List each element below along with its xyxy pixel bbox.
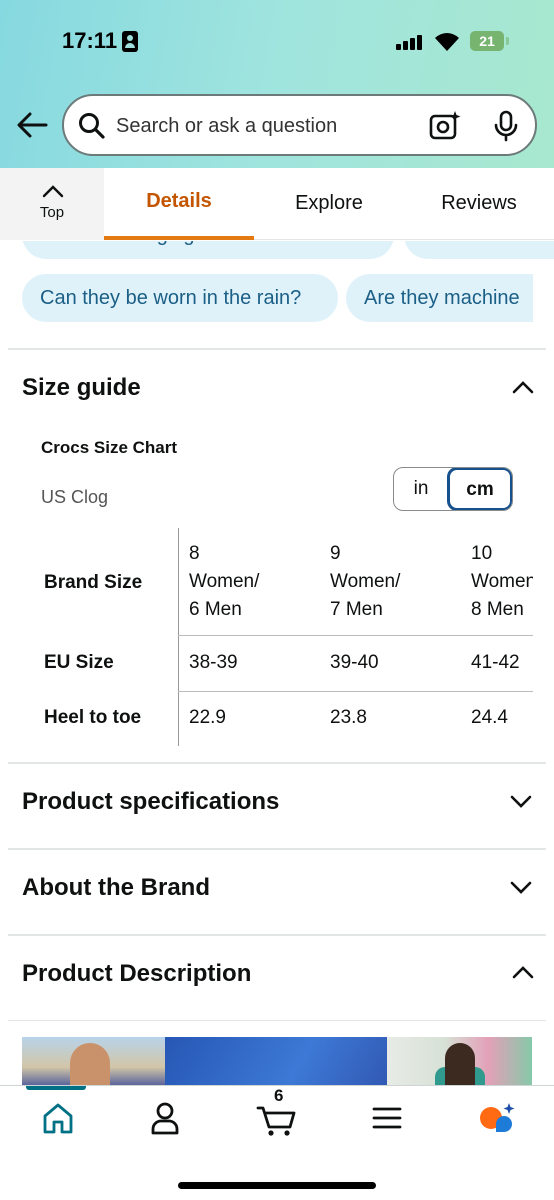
tab-explore[interactable]: Explore: [254, 168, 404, 240]
row-label-heel-to-toe: Heel to toe: [44, 707, 142, 728]
status-bar: 17:11 21: [0, 22, 554, 62]
row-label-brand-size: Brand Size: [44, 572, 143, 593]
detail-tabs: Top Details Explore Reviews: [0, 168, 554, 240]
cart-count-badge: 6: [274, 1086, 284, 1105]
table-cell: 9 Women/ 7 Men: [330, 543, 401, 620]
menu-icon[interactable]: [367, 1100, 407, 1136]
question-chip[interactable]: Is this shoe: [404, 241, 554, 259]
person-figure: [445, 1043, 475, 1087]
table-cell: 8 Women/ 6 Men: [189, 543, 260, 620]
lifestyle-image: [387, 1037, 532, 1087]
status-time: 17:11: [62, 28, 118, 53]
tab-reviews[interactable]: Reviews: [404, 168, 554, 240]
search-bar[interactable]: Search or ask a question: [62, 94, 537, 156]
battery-indicator: 21: [470, 31, 504, 51]
divider: [8, 348, 546, 350]
table-divider: [178, 635, 533, 636]
lifestyle-image: [165, 1037, 387, 1087]
chevron-down-icon[interactable]: [510, 881, 532, 895]
table-cell: 38-39: [189, 652, 238, 673]
divider: [8, 934, 546, 936]
table-cell: 39-40: [330, 652, 379, 673]
person-figure: [70, 1043, 110, 1087]
size-chart-subtitle: US Clog: [41, 487, 109, 507]
bottom-nav: 6: [0, 1085, 554, 1200]
rufus-assistant-icon[interactable]: [476, 1100, 516, 1136]
active-nav-indicator: [26, 1086, 86, 1090]
table-divider: [178, 691, 533, 692]
size-chart-title: Crocs Size Chart: [41, 438, 178, 457]
cellular-signal-icon: [396, 34, 424, 50]
top-label: Top: [39, 204, 65, 221]
back-arrow-icon[interactable]: [16, 111, 48, 139]
home-indicator: [178, 1182, 376, 1189]
table-cell: 10 Women/ 8 Men: [471, 543, 533, 620]
table-cell: 41-42: [471, 652, 520, 673]
camera-search-icon[interactable]: [429, 110, 461, 140]
microphone-icon[interactable]: [494, 110, 518, 142]
lifestyle-image: [22, 1037, 165, 1087]
about-brand-header[interactable]: About the Brand: [22, 874, 210, 902]
table-cell: 22.9: [189, 707, 226, 728]
search-input[interactable]: Search or ask a question: [116, 115, 337, 138]
unit-toggle: in cm: [393, 467, 513, 511]
wifi-icon: [435, 33, 459, 51]
divider: [8, 1020, 546, 1021]
search-icon: [79, 113, 105, 139]
battery-tip: [506, 37, 509, 45]
product-description-images: [22, 1037, 532, 1087]
divider: [8, 762, 546, 764]
chevron-up-icon[interactable]: [512, 965, 534, 979]
unit-in-option[interactable]: in: [394, 468, 448, 510]
table-divider: [178, 528, 179, 746]
product-specifications-header[interactable]: Product specifications: [22, 788, 279, 816]
question-chips-row-1: Are these clogs good for wide feet? Is t…: [0, 241, 554, 259]
home-icon[interactable]: [38, 1100, 78, 1136]
table-cell: 23.8: [330, 707, 367, 728]
chevron-up-icon[interactable]: [512, 380, 534, 394]
chevron-up-icon: [42, 185, 64, 198]
question-chip[interactable]: Are they machine: [346, 274, 533, 322]
question-chip[interactable]: Are these clogs good for wide feet?: [22, 241, 394, 259]
table-cell: 24.4: [471, 707, 508, 728]
size-guide-title[interactable]: Size guide: [22, 374, 141, 402]
tab-details[interactable]: Details: [104, 168, 254, 240]
product-description-header[interactable]: Product Description: [22, 960, 251, 988]
row-label-eu-size: EU Size: [44, 652, 114, 673]
chevron-down-icon[interactable]: [510, 795, 532, 809]
unit-cm-option[interactable]: cm: [447, 468, 512, 510]
divider: [8, 848, 546, 850]
scroll-to-top-button[interactable]: Top: [0, 168, 104, 240]
contact-card-icon: [122, 31, 138, 52]
header: 17:11 21 Search or ask a question: [0, 0, 554, 168]
question-chip[interactable]: Can they be worn in the rain?: [22, 274, 338, 322]
account-icon[interactable]: [145, 1100, 185, 1136]
size-table: Brand Size 8 Women/ 6 Men 9 Women/ 7 Men…: [22, 528, 533, 746]
